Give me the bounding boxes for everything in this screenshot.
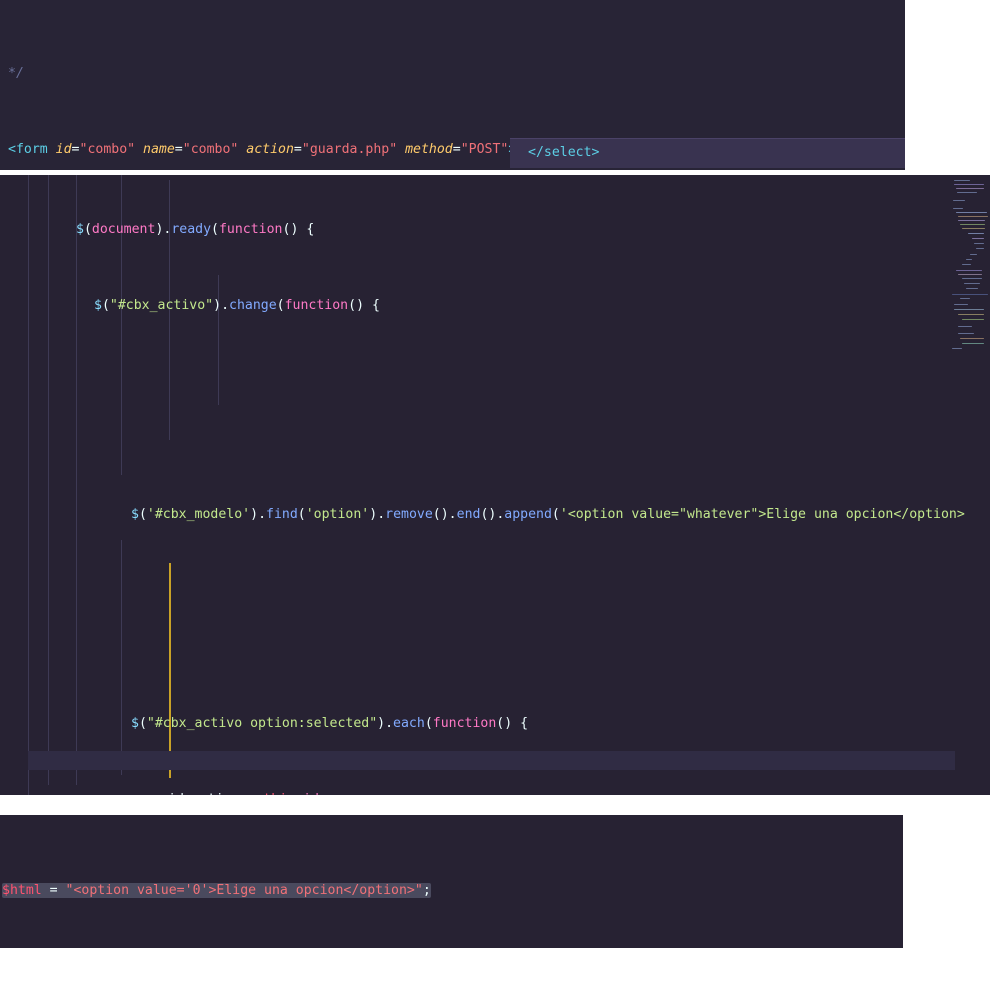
comment-partial: */ [8,66,24,81]
code-line: $("#cbx_activo option:selected").each(fu… [131,716,529,731]
editor-minimap[interactable] [948,178,990,353]
code-line: id_activo = this.id [0,790,948,795]
code-screenshot-php-getmarca: $html = "<option value='0'>Elige una opc… [0,815,903,948]
code-line: $html = "<option value='0'>Elige una opc… [2,883,431,898]
code-line: $("#cbx_activo").change(function() { [94,298,380,313]
code-screenshot-html-php: */ <form id="combo" name="combo" action=… [0,0,905,170]
code-line: $('#cbx_modelo').find('option').remove()… [131,507,965,522]
code-line-partial-top: */ [0,64,905,83]
code-screenshot-jquery: $(document).ready(function() { $("#cbx_a… [0,175,990,795]
code-line: $(document).ready(function() { [76,222,315,237]
tooltip-text: </select> [528,145,600,160]
hover-tooltip: </select> [510,138,905,168]
